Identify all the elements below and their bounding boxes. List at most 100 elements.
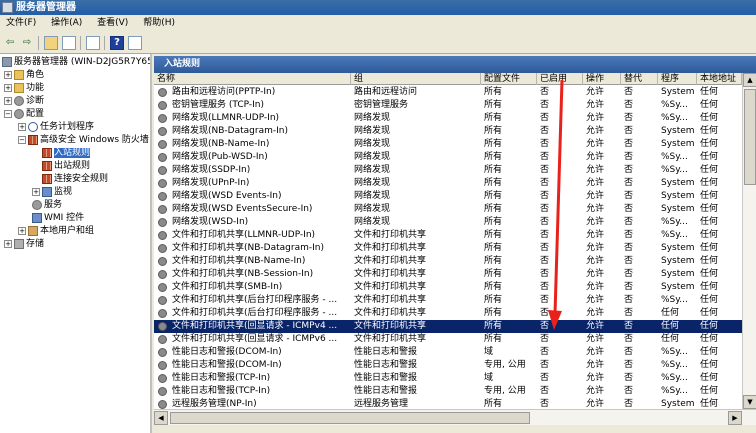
tree-item-roles[interactable]: + 角色 xyxy=(4,69,44,81)
cell-local: 任何 xyxy=(700,269,719,279)
tree-root[interactable]: 服务器管理器 (WIN-D2JG5R7Y657) xyxy=(2,56,150,68)
tree-item-configuration[interactable]: − 配置 xyxy=(4,108,44,120)
table-row[interactable]: 文件和打印机共享(回显请求 - ICMPv6 ... 文件和打印机共享 所有 否 允许 否… xyxy=(154,333,742,346)
cell-program: %Sy... xyxy=(661,230,688,240)
cell-group: 文件和打印机共享 xyxy=(354,230,427,240)
cell-program: System xyxy=(661,269,695,279)
table-row[interactable]: 网络发现(NB-Name-In) 网络发现 所有 否 允许 否 System 任何 xyxy=(154,138,742,151)
column-override[interactable]: 替代 xyxy=(621,73,658,85)
column-action[interactable]: 操作 xyxy=(583,73,621,85)
tree-item-services[interactable]: 服务 xyxy=(32,199,62,211)
column-name[interactable]: 名称 xyxy=(154,73,351,85)
help-icon[interactable]: ? xyxy=(110,36,124,50)
cell-override: 否 xyxy=(624,165,634,175)
tree-item-diagnostics[interactable]: + 诊断 xyxy=(4,95,44,107)
tree-item-features[interactable]: + 功能 xyxy=(4,82,44,94)
cell-profile: 专用, 公用 xyxy=(484,360,526,370)
column-program[interactable]: 程序 xyxy=(658,73,697,85)
expand-icon[interactable]: + xyxy=(4,239,12,248)
scroll-left-icon[interactable]: ◀ xyxy=(154,411,168,425)
back-icon[interactable]: ⇦ xyxy=(3,36,17,50)
table-row[interactable]: 文件和打印机共享(回显请求 - ICMPv4 ... 文件和打印机共享 所有 否 允许 否… xyxy=(154,320,742,333)
table-row[interactable]: 性能日志和警报(DCOM-In) 性能日志和警报 专用, 公用 否 允许 否 %Sy... 任… xyxy=(154,359,742,372)
tree-item-monitoring[interactable]: + 监视 xyxy=(32,186,72,198)
cell-profile: 所有 xyxy=(484,165,503,175)
tree-item-wmi[interactable]: WMI 控件 xyxy=(32,212,84,224)
scroll-up-icon[interactable]: ▲ xyxy=(743,73,756,87)
table-row[interactable]: 性能日志和警报(TCP-In) 性能日志和警报 专用, 公用 否 允许 否 %Sy... 任何 xyxy=(154,385,742,398)
expand-icon[interactable]: + xyxy=(32,187,40,196)
cell-override: 否 xyxy=(624,386,634,396)
horizontal-scrollbar[interactable]: ◀ ▶ xyxy=(154,409,756,425)
collapse-icon[interactable]: − xyxy=(18,135,26,144)
table-row[interactable]: 文件和打印机共享(SMB-In) 文件和打印机共享 所有 否 允许 否 System 任何 xyxy=(154,281,742,294)
collapse-icon[interactable]: − xyxy=(4,109,12,118)
expand-icon[interactable]: + xyxy=(4,83,12,92)
cell-action: 允许 xyxy=(586,373,605,383)
menu-view[interactable]: 查看(V) xyxy=(91,15,134,32)
forward-icon[interactable]: ⇨ xyxy=(20,36,34,50)
cell-override: 否 xyxy=(624,334,634,344)
menu-file[interactable]: 文件(F) xyxy=(0,15,42,32)
tree-item-firewall[interactable]: − 高级安全 Windows 防火墙 xyxy=(18,134,149,146)
cell-group: 网络发现 xyxy=(354,165,391,175)
tree-item-local-users[interactable]: + 本地用户和组 xyxy=(18,225,94,237)
table-row[interactable]: 路由和远程访问(PPTP-In) 路由和远程访问 所有 否 允许 否 System 任何 xyxy=(154,86,742,99)
cell-group: 性能日志和警报 xyxy=(354,347,418,357)
cell-action: 允许 xyxy=(586,191,605,201)
cell-group: 密钥管理服务 xyxy=(354,100,409,110)
table-row[interactable]: 文件和打印机共享(NB-Session-In) 文件和打印机共享 所有 否 允许 否 Sys… xyxy=(154,268,742,281)
column-enabled[interactable]: 已启用 xyxy=(537,73,583,85)
expand-icon[interactable]: + xyxy=(4,70,12,79)
table-row[interactable]: 远程服务管理(NP-In) 远程服务管理 所有 否 允许 否 System 任何 xyxy=(154,398,742,409)
cell-program: System xyxy=(661,191,695,201)
show-hide-tree-icon[interactable] xyxy=(62,36,76,50)
cell-enabled: 否 xyxy=(540,191,550,201)
properties-icon[interactable] xyxy=(128,36,142,50)
menu-help[interactable]: 帮助(H) xyxy=(137,15,181,32)
table-row[interactable]: 网络发现(WSD-In) 网络发现 所有 否 允许 否 %Sy... 任何 xyxy=(154,216,742,229)
table-row[interactable]: 密钥管理服务 (TCP-In) 密钥管理服务 所有 否 允许 否 %Sy... 任何 xyxy=(154,99,742,112)
table-row[interactable]: 网络发现(LLMNR-UDP-In) 网络发现 所有 否 允许 否 %Sy... 任何 xyxy=(154,112,742,125)
column-group[interactable]: 组 xyxy=(351,73,481,85)
cell-name: 网络发现(WSD Events-In) xyxy=(172,191,282,201)
scroll-thumb[interactable] xyxy=(744,89,756,185)
cell-action: 允许 xyxy=(586,334,605,344)
table-row[interactable]: 网络发现(Pub-WSD-In) 网络发现 所有 否 允许 否 %Sy... 任何 xyxy=(154,151,742,164)
table-row[interactable]: 文件和打印机共享(后台打印程序服务 - ... 文件和打印机共享 所有 否 允许 否 %Sy… xyxy=(154,294,742,307)
column-profile[interactable]: 配置文件 xyxy=(481,73,537,85)
export-list-icon[interactable] xyxy=(86,36,100,50)
up-folder-icon[interactable] xyxy=(44,36,58,50)
table-row[interactable]: 性能日志和警报(DCOM-In) 性能日志和警报 域 否 允许 否 %Sy... 任何 xyxy=(154,346,742,359)
cell-local: 任何 xyxy=(700,204,719,214)
tree-item-task-scheduler[interactable]: + 任务计划程序 xyxy=(18,121,94,133)
expand-icon[interactable]: + xyxy=(18,226,26,235)
expand-icon[interactable]: + xyxy=(18,122,26,131)
tree-item-connection-security[interactable]: 连接安全规则 xyxy=(42,173,108,185)
scroll-thumb[interactable] xyxy=(170,412,530,424)
cell-action: 允许 xyxy=(586,217,605,227)
table-row[interactable]: 性能日志和警报(TCP-In) 性能日志和警报 域 否 允许 否 %Sy... 任何 xyxy=(154,372,742,385)
column-local-address[interactable]: 本地地址 xyxy=(697,73,742,85)
table-row[interactable]: 网络发现(UPnP-In) 网络发现 所有 否 允许 否 System 任何 xyxy=(154,177,742,190)
cell-program: %Sy... xyxy=(661,295,688,305)
table-row[interactable]: 网络发现(SSDP-In) 网络发现 所有 否 允许 否 %Sy... 任何 xyxy=(154,164,742,177)
tree-item-outbound-rules[interactable]: 出站规则 xyxy=(42,160,90,172)
scroll-right-icon[interactable]: ▶ xyxy=(728,411,742,425)
tree-item-storage[interactable]: + 存储 xyxy=(4,238,44,250)
table-row[interactable]: 文件和打印机共享(NB-Name-In) 文件和打印机共享 所有 否 允许 否 System… xyxy=(154,255,742,268)
vertical-scrollbar[interactable]: ▲ ▼ xyxy=(742,73,756,409)
tree-item-inbound-rules[interactable]: 入站规则 xyxy=(42,147,91,159)
scroll-down-icon[interactable]: ▼ xyxy=(743,395,756,409)
menu-action[interactable]: 操作(A) xyxy=(45,15,88,32)
expand-icon[interactable]: + xyxy=(4,96,12,105)
cell-program: System xyxy=(661,204,695,214)
table-row[interactable]: 网络发现(WSD EventsSecure-In) 网络发现 所有 否 允许 否 Syste… xyxy=(154,203,742,216)
cell-group: 文件和打印机共享 xyxy=(354,334,427,344)
cell-name: 远程服务管理(NP-In) xyxy=(172,399,257,409)
table-row[interactable]: 文件和打印机共享(NB-Datagram-In) 文件和打印机共享 所有 否 允许 否 Sy… xyxy=(154,242,742,255)
table-row[interactable]: 文件和打印机共享(后台打印程序服务 - ... 文件和打印机共享 所有 否 允许 否 任何 任… xyxy=(154,307,742,320)
table-row[interactable]: 网络发现(NB-Datagram-In) 网络发现 所有 否 允许 否 System 任何 xyxy=(154,125,742,138)
table-row[interactable]: 文件和打印机共享(LLMNR-UDP-In) 文件和打印机共享 所有 否 允许 否 %Sy.… xyxy=(154,229,742,242)
table-row[interactable]: 网络发现(WSD Events-In) 网络发现 所有 否 允许 否 System 任何 xyxy=(154,190,742,203)
